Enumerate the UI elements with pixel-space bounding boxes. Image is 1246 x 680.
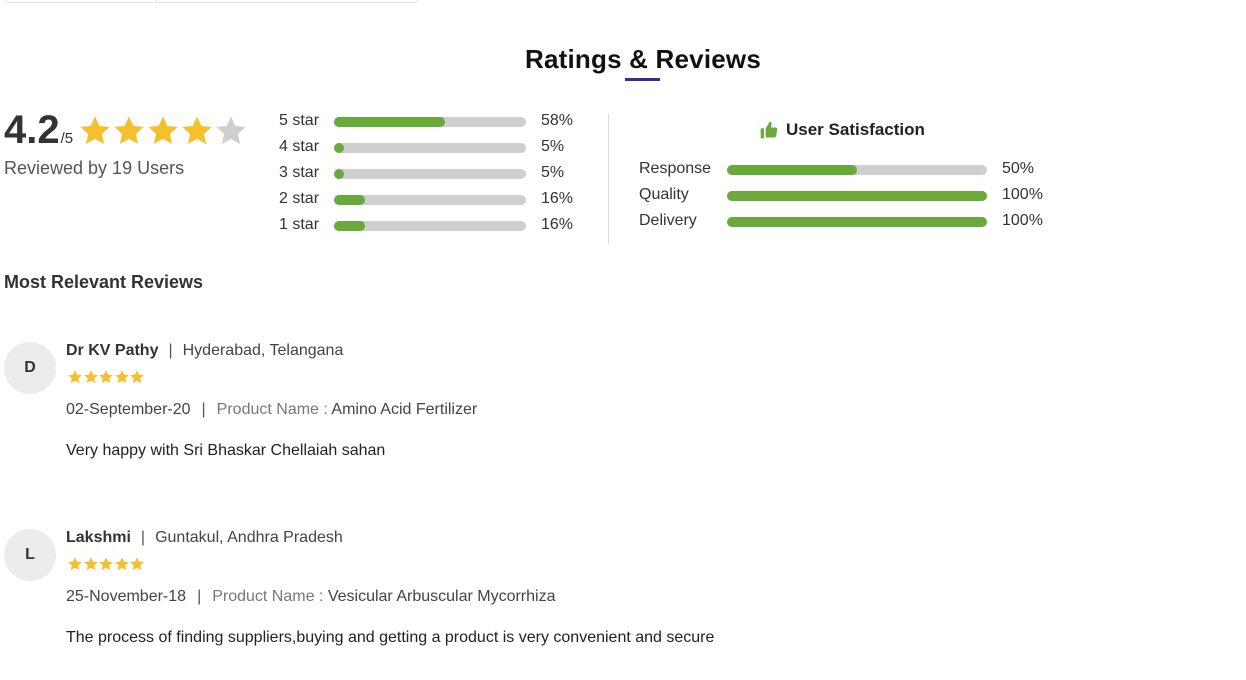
avatar: L	[4, 529, 56, 581]
distribution-percent: 16%	[541, 190, 574, 207]
review-meta: 25-November-18 | Product Name : Vesicular …	[66, 588, 555, 606]
review-text: The process of finding suppliers,buying …	[66, 629, 715, 646]
separator: |	[140, 529, 146, 546]
distribution-percent: 5%	[541, 164, 565, 181]
satisfaction-label: Delivery	[639, 212, 697, 229]
reviewer-location: Hyderabad, Telangana	[182, 342, 344, 359]
distribution-row-3[interactable]: 3 star 5%	[279, 164, 599, 184]
satisfaction-label: Response	[639, 160, 712, 177]
distribution-row-1[interactable]: 1 star 16%	[279, 216, 599, 236]
star-icon	[78, 114, 112, 148]
most-relevant-reviews-heading: Most Relevant Reviews	[4, 272, 204, 292]
overall-star-rating	[78, 114, 248, 148]
satisfaction-row-response: Response 50%	[639, 160, 1059, 180]
review-header: Lakshmi | Guntakul, Andhra Pradesh	[66, 529, 343, 547]
review-card: D Dr KV Pathy | Hyderabad, Telangana 02-Se…	[4, 342, 904, 482]
star-icon	[146, 114, 180, 148]
satisfaction-bar-track	[727, 165, 987, 175]
satisfaction-bar-fill	[727, 217, 987, 227]
star-icon	[180, 114, 214, 148]
distribution-label: 3 star	[279, 164, 320, 181]
review-date: 25-November-18	[66, 588, 187, 605]
user-satisfaction-title: User Satisfaction	[759, 120, 925, 140]
review-header: Dr KV Pathy | Hyderabad, Telangana	[66, 342, 343, 360]
overall-rating: 4.2/5	[4, 108, 73, 153]
satisfaction-percent: 50%	[1002, 160, 1035, 177]
review-card: L Lakshmi | Guntakul, Andhra Pradesh 25-No…	[4, 529, 904, 669]
star-icon	[83, 369, 99, 385]
satisfaction-row-quality: Quality 100%	[639, 186, 1059, 206]
star-icon	[67, 369, 83, 385]
distribution-row-5[interactable]: 5 star 58%	[279, 112, 599, 132]
distribution-percent: 58%	[541, 112, 574, 129]
star-icon	[98, 556, 114, 572]
reviewed-count: Reviewed by 19 Users	[4, 158, 185, 178]
star-icon	[83, 556, 99, 572]
separator: |	[201, 401, 206, 418]
avatar: D	[4, 342, 56, 394]
review-meta: 02-September-20 | Product Name : Amino Aci…	[66, 401, 477, 419]
tab-separator	[156, 0, 157, 3]
satisfaction-percent: 100%	[1002, 212, 1043, 229]
title-underline	[625, 78, 660, 81]
star-icon	[98, 369, 114, 385]
star-icon	[214, 114, 248, 148]
distribution-label: 1 star	[279, 216, 320, 233]
distribution-percent: 5%	[541, 138, 565, 155]
top-tab-strip	[4, 0, 418, 3]
distribution-bar-track	[334, 221, 526, 231]
distribution-percent: 16%	[541, 216, 574, 233]
distribution-label: 2 star	[279, 190, 320, 207]
distribution-label: 5 star	[279, 112, 320, 129]
overall-out-of: /5	[60, 130, 74, 147]
reviewer-location: Guntakul, Andhra Pradesh	[155, 529, 343, 546]
satisfaction-percent: 100%	[1002, 186, 1043, 203]
distribution-label: 4 star	[279, 138, 320, 155]
star-icon	[129, 556, 145, 572]
satisfaction-bar-fill	[727, 191, 987, 201]
satisfaction-bar-track	[727, 217, 987, 227]
star-icon	[114, 556, 130, 572]
star-icon	[114, 369, 130, 385]
star-icon	[129, 369, 145, 385]
satisfaction-row-delivery: Delivery 100%	[639, 212, 1059, 232]
distribution-bar-fill	[334, 117, 446, 127]
star-icon	[67, 556, 83, 572]
thumbs-up-icon	[759, 120, 779, 140]
satisfaction-label: Quality	[639, 186, 689, 203]
review-date: 02-September-20	[66, 401, 191, 418]
separator: |	[168, 342, 173, 359]
distribution-bar-track	[334, 143, 526, 153]
distribution-bar-track	[334, 169, 526, 179]
user-satisfaction-label: User Satisfaction	[786, 120, 925, 139]
distribution-bar-track	[334, 195, 526, 205]
reviewer-name: Dr KV Pathy	[66, 342, 159, 359]
product-name-label: Product Name :	[216, 401, 328, 418]
satisfaction-bar-fill	[727, 165, 857, 175]
distribution-bar-track	[334, 117, 526, 127]
distribution-bar-fill	[334, 169, 344, 179]
satisfaction-bar-track	[727, 191, 987, 201]
product-name-label: Product Name :	[212, 588, 324, 605]
reviewer-name: Lakshmi	[66, 529, 131, 546]
product-name-link[interactable]: Amino Acid Fertilizer	[331, 401, 477, 418]
distribution-bar-fill	[334, 195, 365, 205]
distribution-row-4[interactable]: 4 star 5%	[279, 138, 599, 158]
overall-score: 4.2	[4, 108, 60, 152]
distribution-bar-fill	[334, 143, 344, 153]
distribution-bar-fill	[334, 221, 365, 231]
page-title: Ratings & Reviews	[524, 44, 762, 74]
vertical-divider	[608, 114, 609, 244]
distribution-row-2[interactable]: 2 star 16%	[279, 190, 599, 210]
product-name-link[interactable]: Vesicular Arbuscular Mycorrhiza	[328, 588, 556, 605]
review-star-rating	[67, 556, 145, 572]
review-text: Very happy with Sri Bhaskar Chellaiah sa…	[66, 442, 386, 459]
star-icon	[112, 114, 146, 148]
separator: |	[197, 588, 202, 605]
review-star-rating	[67, 369, 145, 385]
